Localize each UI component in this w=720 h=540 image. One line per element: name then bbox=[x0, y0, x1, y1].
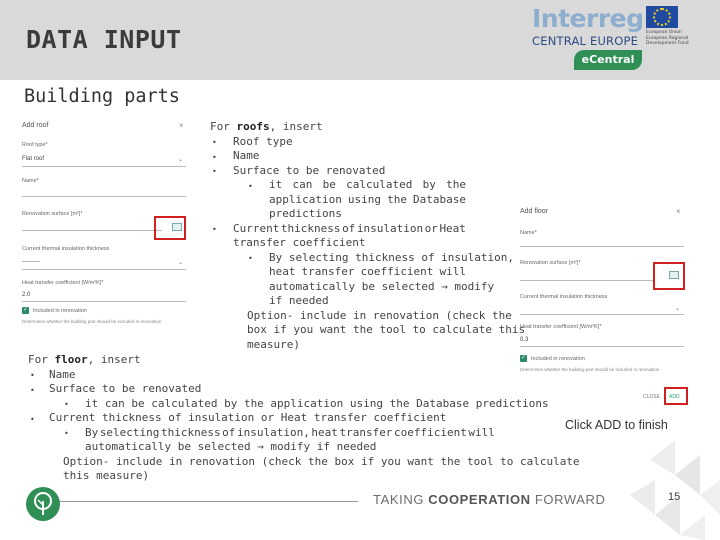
chevron-down-icon[interactable]: ⌄ bbox=[178, 156, 183, 163]
interreg-logo: Interreg CENTRAL EUROPE European Union E… bbox=[530, 4, 690, 72]
eu-flag-icon bbox=[646, 6, 678, 28]
thermal-thickness-label: Current thermal insulation thickness bbox=[22, 246, 110, 252]
name-label: Name* bbox=[22, 178, 39, 184]
bullet-icon: • bbox=[30, 385, 35, 395]
bullet-icon: • bbox=[248, 181, 253, 191]
sub-item-line: heat transfer coefficient will bbox=[269, 265, 466, 278]
option-line: box if you want the tool to calculate th… bbox=[247, 323, 526, 336]
logo-subtitle: CENTRAL EUROPE bbox=[532, 34, 639, 48]
included-help: Determines whether the building part sho… bbox=[22, 319, 162, 324]
add-floor-dialog: Add floor × Name* Renovation surface [m²… bbox=[518, 200, 688, 405]
thermal-thickness-select[interactable] bbox=[520, 314, 684, 315]
list-item: Current thickness of insulation or Heat … bbox=[49, 411, 447, 424]
bullet-icon: • bbox=[212, 152, 217, 162]
list-item: Name bbox=[233, 149, 260, 162]
close-button[interactable]: CLOSE bbox=[643, 394, 660, 400]
option-line: measure) bbox=[247, 337, 300, 351]
click-add-caption: Click ADD to finish bbox=[565, 418, 668, 432]
sub-item-line: By selecting thickness of insulation, bbox=[269, 250, 515, 264]
name-label: Name* bbox=[520, 230, 537, 236]
chevron-down-icon[interactable]: ⌄ bbox=[178, 259, 183, 266]
thermal-thickness-select[interactable]: --------- bbox=[22, 259, 40, 265]
included-label: Included in renovation bbox=[33, 308, 87, 314]
page-number: 15 bbox=[668, 491, 681, 503]
included-checkbox[interactable]: ✓ bbox=[22, 307, 29, 314]
option-line: this measure) bbox=[63, 469, 150, 482]
section-title: Building parts bbox=[24, 86, 180, 107]
page-title: DATA INPUT bbox=[26, 25, 182, 54]
add-roof-dialog: Add roof × Roof type* Flat roof ⌄ Name* … bbox=[20, 118, 188, 330]
name-field[interactable] bbox=[22, 196, 186, 197]
sub-item-line: if needed bbox=[269, 294, 329, 307]
option-line: Option- include in renovation (check the bbox=[247, 308, 512, 322]
option-line: Option- include in renovation (check the… bbox=[63, 454, 580, 468]
decorative-pattern bbox=[630, 440, 720, 540]
heat-transfer-label: Heat transfer coefficient [W/m²K]* bbox=[22, 280, 104, 286]
highlight-box bbox=[653, 262, 685, 290]
floor-intro: For floor, insert bbox=[28, 353, 141, 366]
list-item: Current thickness of insulation or Heat bbox=[233, 221, 466, 235]
included-checkbox[interactable]: ✓ bbox=[520, 355, 527, 362]
chevron-down-icon[interactable]: ⌄ bbox=[675, 305, 680, 312]
close-icon[interactable]: × bbox=[179, 121, 184, 130]
list-item: Name bbox=[49, 367, 76, 381]
footer-tagline: TAKING COOPERATION FORWARD bbox=[373, 492, 606, 507]
roof-type-label: Roof type* bbox=[22, 142, 48, 148]
renovation-surface-label: Renovation surface [m²]* bbox=[520, 260, 581, 266]
ecentral-badge: eCentral bbox=[574, 50, 642, 70]
sub-item-line: predictions bbox=[269, 207, 342, 220]
dialog-title: Add floor bbox=[520, 208, 549, 215]
highlight-box bbox=[154, 216, 186, 240]
included-label: Included in renovation bbox=[531, 356, 585, 362]
bullet-icon: • bbox=[30, 371, 35, 380]
sub-item-line: automatically be selected → modify bbox=[269, 279, 495, 293]
tree-logo-icon bbox=[26, 487, 60, 521]
close-icon[interactable]: × bbox=[676, 207, 681, 216]
list-item-line: transfer coefficient bbox=[233, 236, 366, 249]
renovation-surface-label: Renovation surface [m²]* bbox=[22, 211, 83, 217]
eu-caption: European Union European Regional Develop… bbox=[646, 30, 689, 46]
renovation-surface-field[interactable] bbox=[22, 230, 162, 231]
roof-type-select[interactable]: Flat roof bbox=[22, 156, 44, 162]
bullet-icon: • bbox=[64, 429, 69, 438]
bullet-icon: • bbox=[30, 414, 35, 424]
sub-item-line: it can be calculated by the application … bbox=[85, 396, 549, 410]
included-help: Determines whether the building part sho… bbox=[520, 367, 660, 372]
heat-transfer-field[interactable]: 2.0 bbox=[22, 292, 30, 298]
bullet-icon: • bbox=[212, 225, 217, 234]
highlight-box bbox=[664, 387, 688, 405]
bullet-icon: • bbox=[212, 167, 217, 176]
heat-transfer-field[interactable]: 0.3 bbox=[520, 337, 528, 343]
footer-divider bbox=[58, 501, 358, 502]
roof-intro: For roofs, insert bbox=[210, 120, 323, 133]
renovation-surface-field[interactable] bbox=[520, 280, 654, 281]
heat-transfer-label: Heat transfer coefficient [W/m²K]* bbox=[520, 324, 602, 330]
bullet-icon: • bbox=[248, 254, 253, 263]
sub-item-line: automatically be selected → modify if ne… bbox=[85, 440, 377, 453]
name-field[interactable] bbox=[520, 246, 684, 247]
dialog-title: Add roof bbox=[22, 122, 49, 129]
sub-item-line: application using the Database bbox=[269, 192, 466, 206]
sub-item-line: By selecting thickness of insulation, heat tra… bbox=[85, 425, 495, 439]
thermal-thickness-label: Current thermal insulation thickness bbox=[520, 294, 608, 300]
logo-wordmark: Interreg bbox=[532, 4, 644, 33]
list-item: Surface to be renovated bbox=[233, 163, 386, 177]
list-item: Roof type bbox=[233, 134, 293, 148]
sub-item-line: it can be calculated by the bbox=[269, 178, 466, 191]
bullet-icon: • bbox=[212, 138, 217, 147]
list-item: Surface to be renovated bbox=[49, 382, 202, 395]
